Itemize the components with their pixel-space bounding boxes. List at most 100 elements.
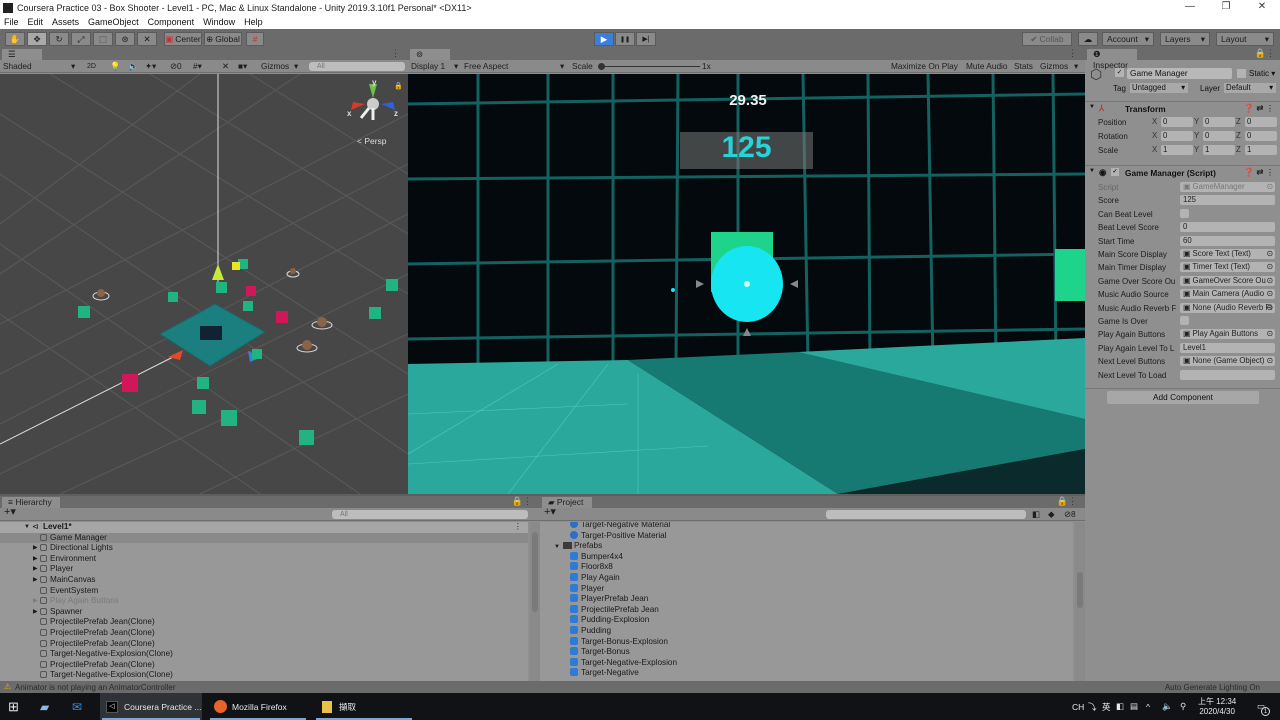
y-value[interactable]: 1 [1203,145,1235,155]
hierarchy-item[interactable]: ProjectilePrefab Jean(Clone) [0,660,528,671]
menu-assets[interactable]: Assets [52,17,79,27]
x-value[interactable]: 0 [1161,131,1193,141]
field-checkbox[interactable] [1180,316,1189,325]
taskbar-app-firefox[interactable]: Mozilla Firefox [208,693,308,720]
static-dropdown[interactable]: Static ▾ [1249,69,1275,78]
expand-arrow-icon[interactable]: ▶ [33,543,38,554]
z-value[interactable]: 0 [1245,131,1277,141]
z-value[interactable]: 0 [1245,117,1277,127]
layers-dropdown[interactable]: Layers ▾ [1160,32,1210,46]
hierarchy-item[interactable]: ▶ Play Again Buttons [0,596,528,607]
scene-viewport[interactable]: y x z 🔒 < Persp [0,74,408,494]
rotate-tool-button[interactable]: ↻ [49,32,69,46]
x-value[interactable]: 0 [1161,117,1193,127]
project-item[interactable]: Target-Negative-Explosion [540,657,1073,669]
y-value[interactable]: 0 [1203,117,1235,127]
hierarchy-item[interactable]: Target-Negative-Explosion(Clone) [0,649,528,660]
object-field[interactable]: ▣ Play Again Buttons ⊙ [1180,329,1275,340]
input-language[interactable]: CH [1072,693,1084,720]
expand-arrow-icon[interactable]: ▶ [33,575,38,586]
project-item[interactable]: ProjectilePrefab Jean [540,604,1073,616]
object-field[interactable]: ▣ None (Game Object) ⊙ [1180,356,1275,367]
display-dropdown[interactable]: Display 1 [411,61,445,72]
scene-root-row[interactable]: ▼ ⊲ Level1* ⋮ [0,522,528,533]
object-picker-icon[interactable]: ⊙ [1266,249,1273,259]
hierarchy-item[interactable]: ▶ MainCanvas [0,575,528,586]
hierarchy-item[interactable]: ▶ Directional Lights [0,543,528,554]
menu-window[interactable]: Window [203,17,235,27]
text-field[interactable] [1180,369,1275,380]
taskbar-app-folder[interactable]: 擷取 [314,693,414,720]
object-picker-icon[interactable]: ⊙ [1266,182,1273,192]
project-item[interactable]: Target-Bonus-Explosion [540,636,1073,648]
object-field[interactable]: ▣ None (Audio Reverb Fi ⊙ [1180,302,1275,313]
2d-toggle[interactable]: 2D [87,61,96,72]
expand-arrow-icon[interactable]: ▶ [33,596,38,607]
layout-dropdown[interactable]: Layout ▾ [1216,32,1274,46]
object-field[interactable]: ▣ Timer Text (Text) ⊙ [1180,262,1275,273]
scene-search-input[interactable]: All [309,62,405,71]
tab-inspector[interactable]: ❶ Inspector [1087,49,1137,70]
script-header[interactable]: ▼ ◉ ✓ Game Manager (Script) ❓ ⇄ ⋮ [1085,165,1280,178]
lock-icon[interactable]: 🔒⋮ [1057,496,1077,507]
hierarchy-item[interactable]: ▶ Player [0,564,528,575]
hierarchy-item[interactable]: Target-Negative-Explosion(Clone) [0,670,528,681]
project-scrollbar[interactable] [1075,522,1085,681]
start-button[interactable]: ⊞ [8,693,28,720]
hierarchy-item[interactable]: ProjectilePrefab Jean(Clone) [0,617,528,628]
hierarchy-item[interactable]: ProjectilePrefab Jean(Clone) [0,628,528,639]
filter-by-type-icon[interactable]: ◧ [1032,509,1040,520]
ime-mode-icon[interactable]: ⤵ [1088,693,1097,720]
stats-toggle[interactable]: Stats [1014,61,1033,72]
hierarchy-item[interactable]: Game Manager [0,532,528,544]
maximize-button[interactable]: ❐ [1208,0,1244,15]
tag-dropdown[interactable]: Untagged ▾ [1130,83,1188,93]
step-button[interactable]: ▶| [636,32,656,46]
ime-indicator[interactable]: 英 [1102,693,1111,720]
more-options-icon[interactable]: ⋮ [514,522,522,533]
y-value[interactable]: 0 [1203,131,1235,141]
effects-toggle-icon[interactable]: ✦▾ [145,61,156,72]
project-item[interactable]: Target-Negative Material [540,522,1073,531]
tab-scene[interactable]: ☰ Scene [2,49,42,70]
maximize-on-play-toggle[interactable]: Maximize On Play [891,61,958,72]
filter-by-label-icon[interactable]: ◆ [1048,509,1054,520]
text-field[interactable]: 125 [1180,195,1275,206]
mail-app-button[interactable]: ✉ [72,693,92,720]
project-item[interactable]: Target-Positive Material [540,530,1073,542]
pivot-toggle[interactable]: ▣ Center [164,32,202,46]
active-checkbox[interactable]: ✓ [1115,68,1124,77]
scale-tool-button[interactable]: ⤢ [71,32,91,46]
script-enabled-checkbox[interactable]: ✓ [1111,168,1119,176]
mute-audio-toggle[interactable]: Mute Audio [966,61,1008,72]
static-checkbox[interactable] [1237,69,1246,78]
project-item[interactable]: ▼ Prefabs [540,541,1073,552]
foldout-icon[interactable]: ▼ [554,544,560,550]
project-search-input[interactable] [826,510,1026,519]
project-item[interactable]: PlayerPrefab Jean [540,594,1073,605]
object-picker-icon[interactable]: ⊙ [1266,329,1273,339]
projection-toggle[interactable]: < Persp [357,136,387,146]
transform-header[interactable]: ▼ ⅄ Transform ❓ ⇄ ⋮ [1085,101,1280,114]
component-menu-icon[interactable]: ❓ ⇄ ⋮ [1244,103,1274,114]
project-item[interactable]: Player [540,583,1073,595]
scrollbar-thumb[interactable] [1077,572,1083,608]
menu-edit[interactable]: Edit [28,17,44,27]
shading-mode-dropdown[interactable]: Shaded [3,61,32,72]
project-item[interactable]: Bumper4x4 [540,551,1073,563]
taskbar-app-unity[interactable]: ◁ Coursera Practice ... [100,693,202,720]
rect-tool-button[interactable]: ⬚ [93,32,113,46]
hierarchy-item[interactable]: EventSystem [0,586,528,597]
text-field[interactable]: 0 [1180,222,1275,233]
hidden-objects-toggle[interactable]: ⊘0 [170,61,182,72]
expand-arrow-icon[interactable]: ▶ [33,554,38,565]
game-viewport[interactable]: 29.35 125 [408,74,1085,494]
object-picker-icon[interactable]: ⊙ [1266,303,1273,313]
hierarchy-scrollbar[interactable] [530,522,540,681]
project-item[interactable]: Pudding-Explosion [540,615,1073,626]
layer-dropdown[interactable]: Default ▾ [1224,83,1276,93]
project-item[interactable]: Target-Bonus [540,647,1073,658]
more-options-icon[interactable]: ⋮ [391,48,400,59]
text-field[interactable]: 60 [1180,235,1275,246]
x-value[interactable]: 1 [1161,145,1193,155]
